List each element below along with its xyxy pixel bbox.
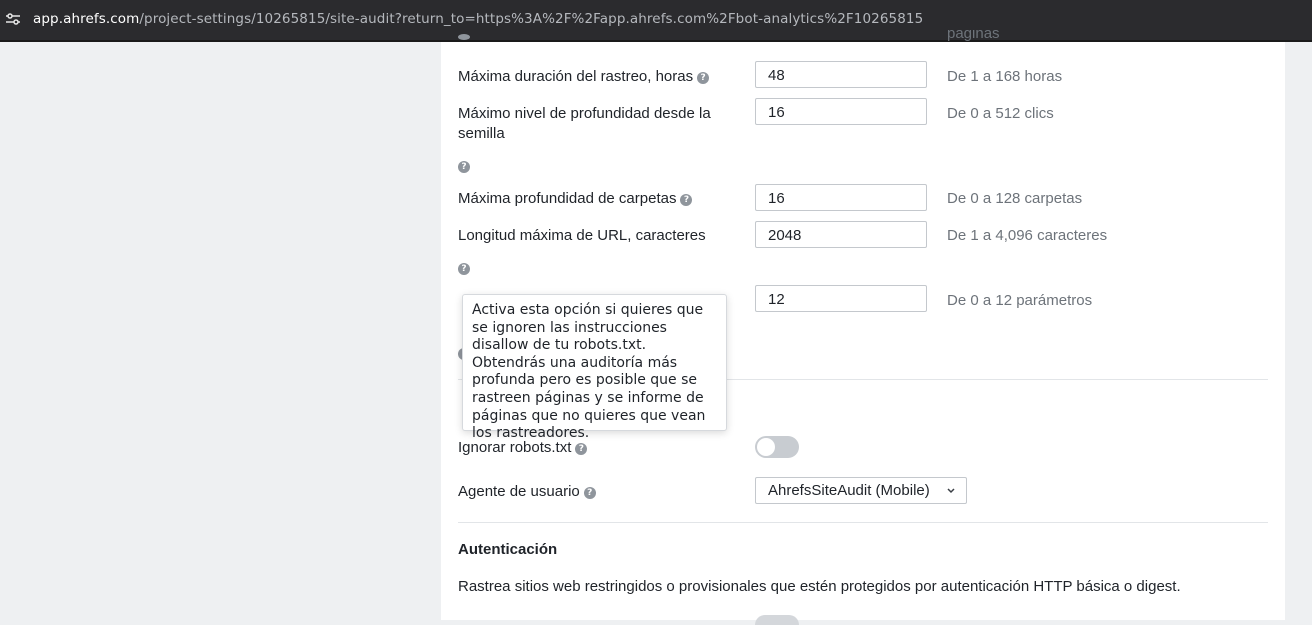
user-agent-label: Agente de usuario?: [458, 482, 596, 502]
chevron-down-icon: [946, 478, 956, 513]
url-path: /project-settings/10265815/site-audit?re…: [139, 11, 924, 27]
help-icon[interactable]: ?: [583, 487, 596, 499]
max-parameters-input[interactable]: 12: [755, 285, 927, 312]
max-folder-depth-range: De 0 a 128 carpetas: [947, 190, 1083, 207]
max-depth-level-input[interactable]: 16: [755, 98, 927, 125]
max-folder-depth-label: Máxima profundidad de carpetas?: [458, 189, 693, 209]
help-icon[interactable]: ?: [575, 443, 588, 455]
max-parameters-range: De 0 a 12 parámetros: [947, 292, 1093, 309]
auth-toggle[interactable]: [755, 615, 799, 625]
help-icon[interactable]: [458, 34, 470, 40]
max-url-length-input[interactable]: 2048: [755, 221, 927, 248]
max-depth-level-label: Máximo nivel de profundidad desde la sem…: [458, 105, 711, 142]
help-icon[interactable]: ?: [458, 263, 470, 275]
browser-address-bar: app.ahrefs.com/project-settings/10265815…: [0, 0, 1312, 42]
max-crawl-duration-input[interactable]: 48: [755, 61, 927, 88]
user-agent-selected-value: AhrefsSiteAudit (Mobile): [768, 482, 930, 499]
max-depth-level-range: De 0 a 512 clics: [947, 105, 1054, 122]
auth-section-title: Autenticación: [458, 541, 558, 558]
site-info-icon[interactable]: [4, 8, 22, 30]
help-icon[interactable]: ?: [680, 194, 693, 206]
ignore-robots-toggle[interactable]: [755, 436, 799, 458]
url-domain: app.ahrefs.com: [33, 11, 140, 27]
max-folder-depth-input[interactable]: 16: [755, 184, 927, 211]
toggle-knob: [757, 438, 775, 456]
help-icon[interactable]: ?: [697, 72, 710, 84]
max-url-length-label: Longitud máxima de URL, caracteres: [458, 227, 706, 244]
robots-tooltip: Activa esta opción si quieres que se ign…: [462, 294, 727, 441]
max-crawl-duration-range: De 1 a 168 horas: [947, 68, 1063, 85]
url-text[interactable]: app.ahrefs.com/project-settings/10265815…: [33, 11, 923, 27]
max-crawl-duration-label: Máxima duración del rastreo, horas?: [458, 67, 710, 87]
auth-description: Rastrea sitios web restringidos o provis…: [458, 578, 1181, 595]
divider: [458, 522, 1268, 523]
cut-range-text: páginas: [947, 30, 1000, 42]
help-icon[interactable]: ?: [458, 161, 470, 173]
max-url-length-range: De 1 a 4,096 caracteres: [947, 227, 1108, 244]
user-agent-select[interactable]: AhrefsSiteAudit (Mobile): [755, 477, 967, 504]
